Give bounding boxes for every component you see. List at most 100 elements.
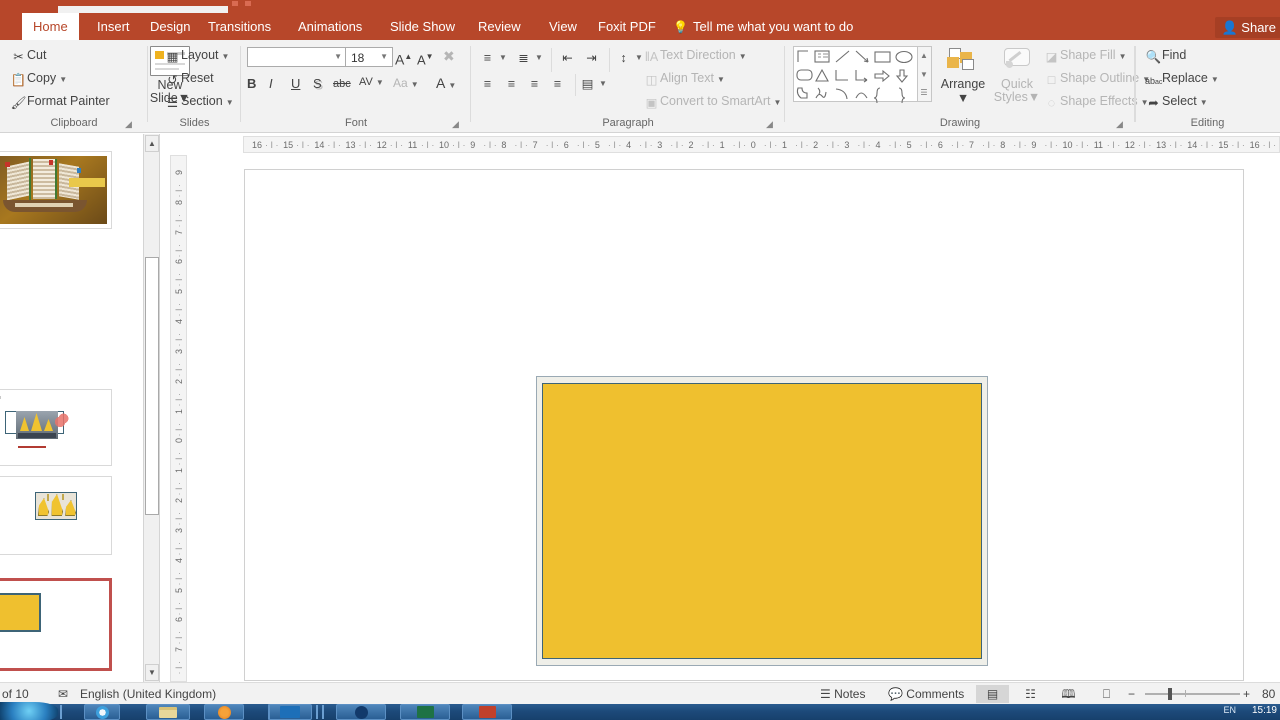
clear-formatting-button[interactable]: ✖ (443, 46, 455, 67)
tab-transitions[interactable]: Transitions (197, 13, 282, 40)
taskbar-media-player[interactable] (204, 704, 244, 720)
character-spacing-button[interactable]: AV ▼ (359, 72, 384, 93)
format-painter-button[interactable]: 🖌Format Painter (10, 91, 110, 112)
zoom-slider-handle[interactable] (1168, 688, 1172, 700)
comments-button[interactable]: 💬 Comments (888, 683, 964, 705)
tab-animations[interactable]: Animations (287, 13, 373, 40)
slide-sorter-view-button[interactable]: ☷ (1014, 685, 1047, 703)
align-center-button[interactable]: ≡ (503, 72, 520, 93)
notes-button[interactable]: ☰ Notes (820, 683, 865, 705)
section-button[interactable]: ☰ Section ▼ (164, 91, 234, 112)
slide-surface[interactable] (244, 169, 1244, 681)
zoom-slider[interactable] (1145, 693, 1240, 695)
taskbar-powerpoint[interactable] (462, 704, 512, 720)
start-button[interactable] (0, 702, 58, 720)
shapes-gallery-scrollbar[interactable]: ▲ ▼ ☰ (918, 46, 932, 102)
smartart-chevron-down-icon[interactable]: ▼ (773, 98, 781, 107)
increase-indent-button[interactable]: ⇥ (583, 46, 600, 67)
arrange-chevron-down-icon[interactable]: ▼ (935, 92, 991, 105)
zoom-in-button[interactable]: + (1243, 683, 1250, 705)
decrease-font-size-button[interactable]: A▼ (417, 46, 434, 67)
shape-effects-button[interactable]: ◌ Shape Effects ▼ (1043, 91, 1149, 112)
vertical-ruler[interactable]: 9 · I · 8 · I · 7 · I · 6 · I · 5 · I · 4 · I · 3 · I… (170, 155, 187, 682)
zoom-out-button[interactable]: − (1128, 683, 1135, 705)
shapes-scroll-down-icon[interactable]: ▼ (918, 66, 930, 84)
copy-button[interactable]: 📋Copy ▼ (10, 68, 67, 89)
system-tray-language[interactable]: EN (1223, 705, 1236, 715)
taskbar-outlook[interactable] (268, 704, 312, 720)
taskbar-windows-explorer[interactable] (146, 704, 190, 720)
align-text-chevron-down-icon[interactable]: ▼ (717, 75, 725, 84)
text-direction-button[interactable]: ‖A Text Direction ▼ (643, 45, 747, 66)
scroll-down-icon[interactable]: ▼ (145, 664, 159, 681)
font-dialog-launcher[interactable]: ◢ (452, 120, 461, 129)
font-size-input[interactable]: 18 ▼ (345, 47, 393, 67)
find-button[interactable]: 🔍Find (1145, 45, 1187, 66)
convert-to-smartart-button[interactable]: ▣ Convert to SmartArt ▼ (643, 91, 782, 112)
quick-styles-button[interactable]: Quick Styles▼ (991, 48, 1043, 104)
bullets-chevron-down-icon[interactable]: ▼ (499, 53, 507, 62)
italic-button[interactable]: I (269, 73, 273, 94)
thumbnail-slide-2[interactable] (0, 389, 112, 466)
replace-chevron-down-icon[interactable]: ▼ (1211, 75, 1219, 84)
line-spacing-button[interactable]: ↕ ▼ (615, 46, 643, 67)
shapes-scroll-up-icon[interactable]: ▲ (918, 47, 930, 65)
scrollbar-thumb[interactable] (145, 257, 159, 515)
share-button[interactable]: 👤 Share (1215, 17, 1280, 38)
numbering-button[interactable]: ≣ ▼ (515, 46, 543, 67)
change-case-chevron-down-icon[interactable]: ▼ (411, 80, 419, 89)
reset-button[interactable]: ↺ Reset (164, 68, 213, 89)
font-color-button[interactable]: A ▼ (436, 73, 456, 94)
shape-fill-chevron-down-icon[interactable]: ▼ (1119, 52, 1127, 61)
font-name-chevron-down-icon[interactable]: ▼ (334, 53, 342, 61)
slide-canvas-area[interactable] (187, 153, 1280, 682)
taskbar-blue-app[interactable] (336, 704, 386, 720)
change-case-button[interactable]: Aa ▼ (393, 73, 419, 94)
numbering-chevron-down-icon[interactable]: ▼ (535, 53, 543, 62)
align-text-button[interactable]: ◫ Align Text ▼ (643, 68, 725, 89)
thumbnail-slide-1[interactable] (0, 151, 112, 229)
columns-chevron-down-icon[interactable]: ▼ (599, 79, 607, 88)
quick-styles-chevron-down-icon[interactable]: ▼ (1028, 90, 1040, 104)
copy-chevron-down-icon[interactable]: ▼ (59, 75, 67, 84)
zoom-level-label[interactable]: 80 (1262, 683, 1275, 705)
tab-review[interactable]: Review (467, 13, 532, 40)
scroll-up-icon[interactable]: ▲ (145, 135, 159, 152)
thumbnail-slide-3[interactable] (0, 476, 112, 555)
normal-view-button[interactable]: ▤ (976, 685, 1009, 703)
language-indicator[interactable]: English (United Kingdom) (80, 683, 216, 705)
tab-foxit-pdf[interactable]: Foxit PDF (587, 13, 667, 40)
paragraph-dialog-launcher[interactable]: ◢ (766, 120, 775, 129)
clipboard-dialog-launcher[interactable]: ◢ (125, 120, 134, 129)
arrange-button[interactable]: Arrange ▼ (935, 48, 991, 105)
align-right-button[interactable]: ≡ (526, 72, 543, 93)
align-left-button[interactable]: ≡ (479, 72, 496, 93)
text-direction-chevron-down-icon[interactable]: ▼ (739, 52, 747, 61)
thumbnail-pane-scrollbar[interactable]: ▲ ▼ (144, 134, 160, 682)
taskbar-clock[interactable]: 15:19 (1252, 705, 1277, 716)
tell-me-box[interactable]: 💡 Tell me what you want to do (673, 13, 853, 40)
decrease-indent-button[interactable]: ⇤ (559, 46, 576, 67)
font-color-chevron-down-icon[interactable]: ▼ (448, 81, 456, 90)
font-size-chevron-down-icon[interactable]: ▼ (380, 53, 388, 61)
slide-show-view-button[interactable]: ⎕ (1090, 685, 1123, 703)
tab-slide-show[interactable]: Slide Show (379, 13, 466, 40)
spell-check-icon[interactable]: ✉ (58, 683, 68, 705)
tab-insert[interactable]: Insert (86, 13, 141, 40)
taskbar-excel[interactable] (400, 704, 450, 720)
layout-chevron-down-icon[interactable]: ▼ (222, 52, 230, 61)
replace-button[interactable]: abacReplace ▼ (1145, 68, 1219, 89)
select-chevron-down-icon[interactable]: ▼ (1200, 98, 1208, 107)
horizontal-ruler[interactable]: 16 · I · 15 · I · 14 · I · 13 · I · 12 · I · 11 · I… (243, 136, 1280, 153)
drawing-dialog-launcher[interactable]: ◢ (1116, 120, 1125, 129)
tab-view[interactable]: View (538, 13, 588, 40)
shapes-gallery[interactable] (793, 46, 918, 103)
taskbar-internet-explorer[interactable] (84, 704, 120, 720)
slide-thumbnail-pane[interactable] (0, 134, 144, 682)
text-shadow-button[interactable]: S (313, 73, 322, 94)
line-spacing-chevron-down-icon[interactable]: ▼ (635, 53, 643, 62)
thumbnail-slide-4[interactable] (0, 578, 112, 671)
shape-fill-button[interactable]: ◪ Shape Fill ▼ (1043, 45, 1127, 66)
character-spacing-chevron-down-icon[interactable]: ▼ (376, 78, 384, 87)
columns-button[interactable]: ▤ ▼ (579, 72, 607, 93)
